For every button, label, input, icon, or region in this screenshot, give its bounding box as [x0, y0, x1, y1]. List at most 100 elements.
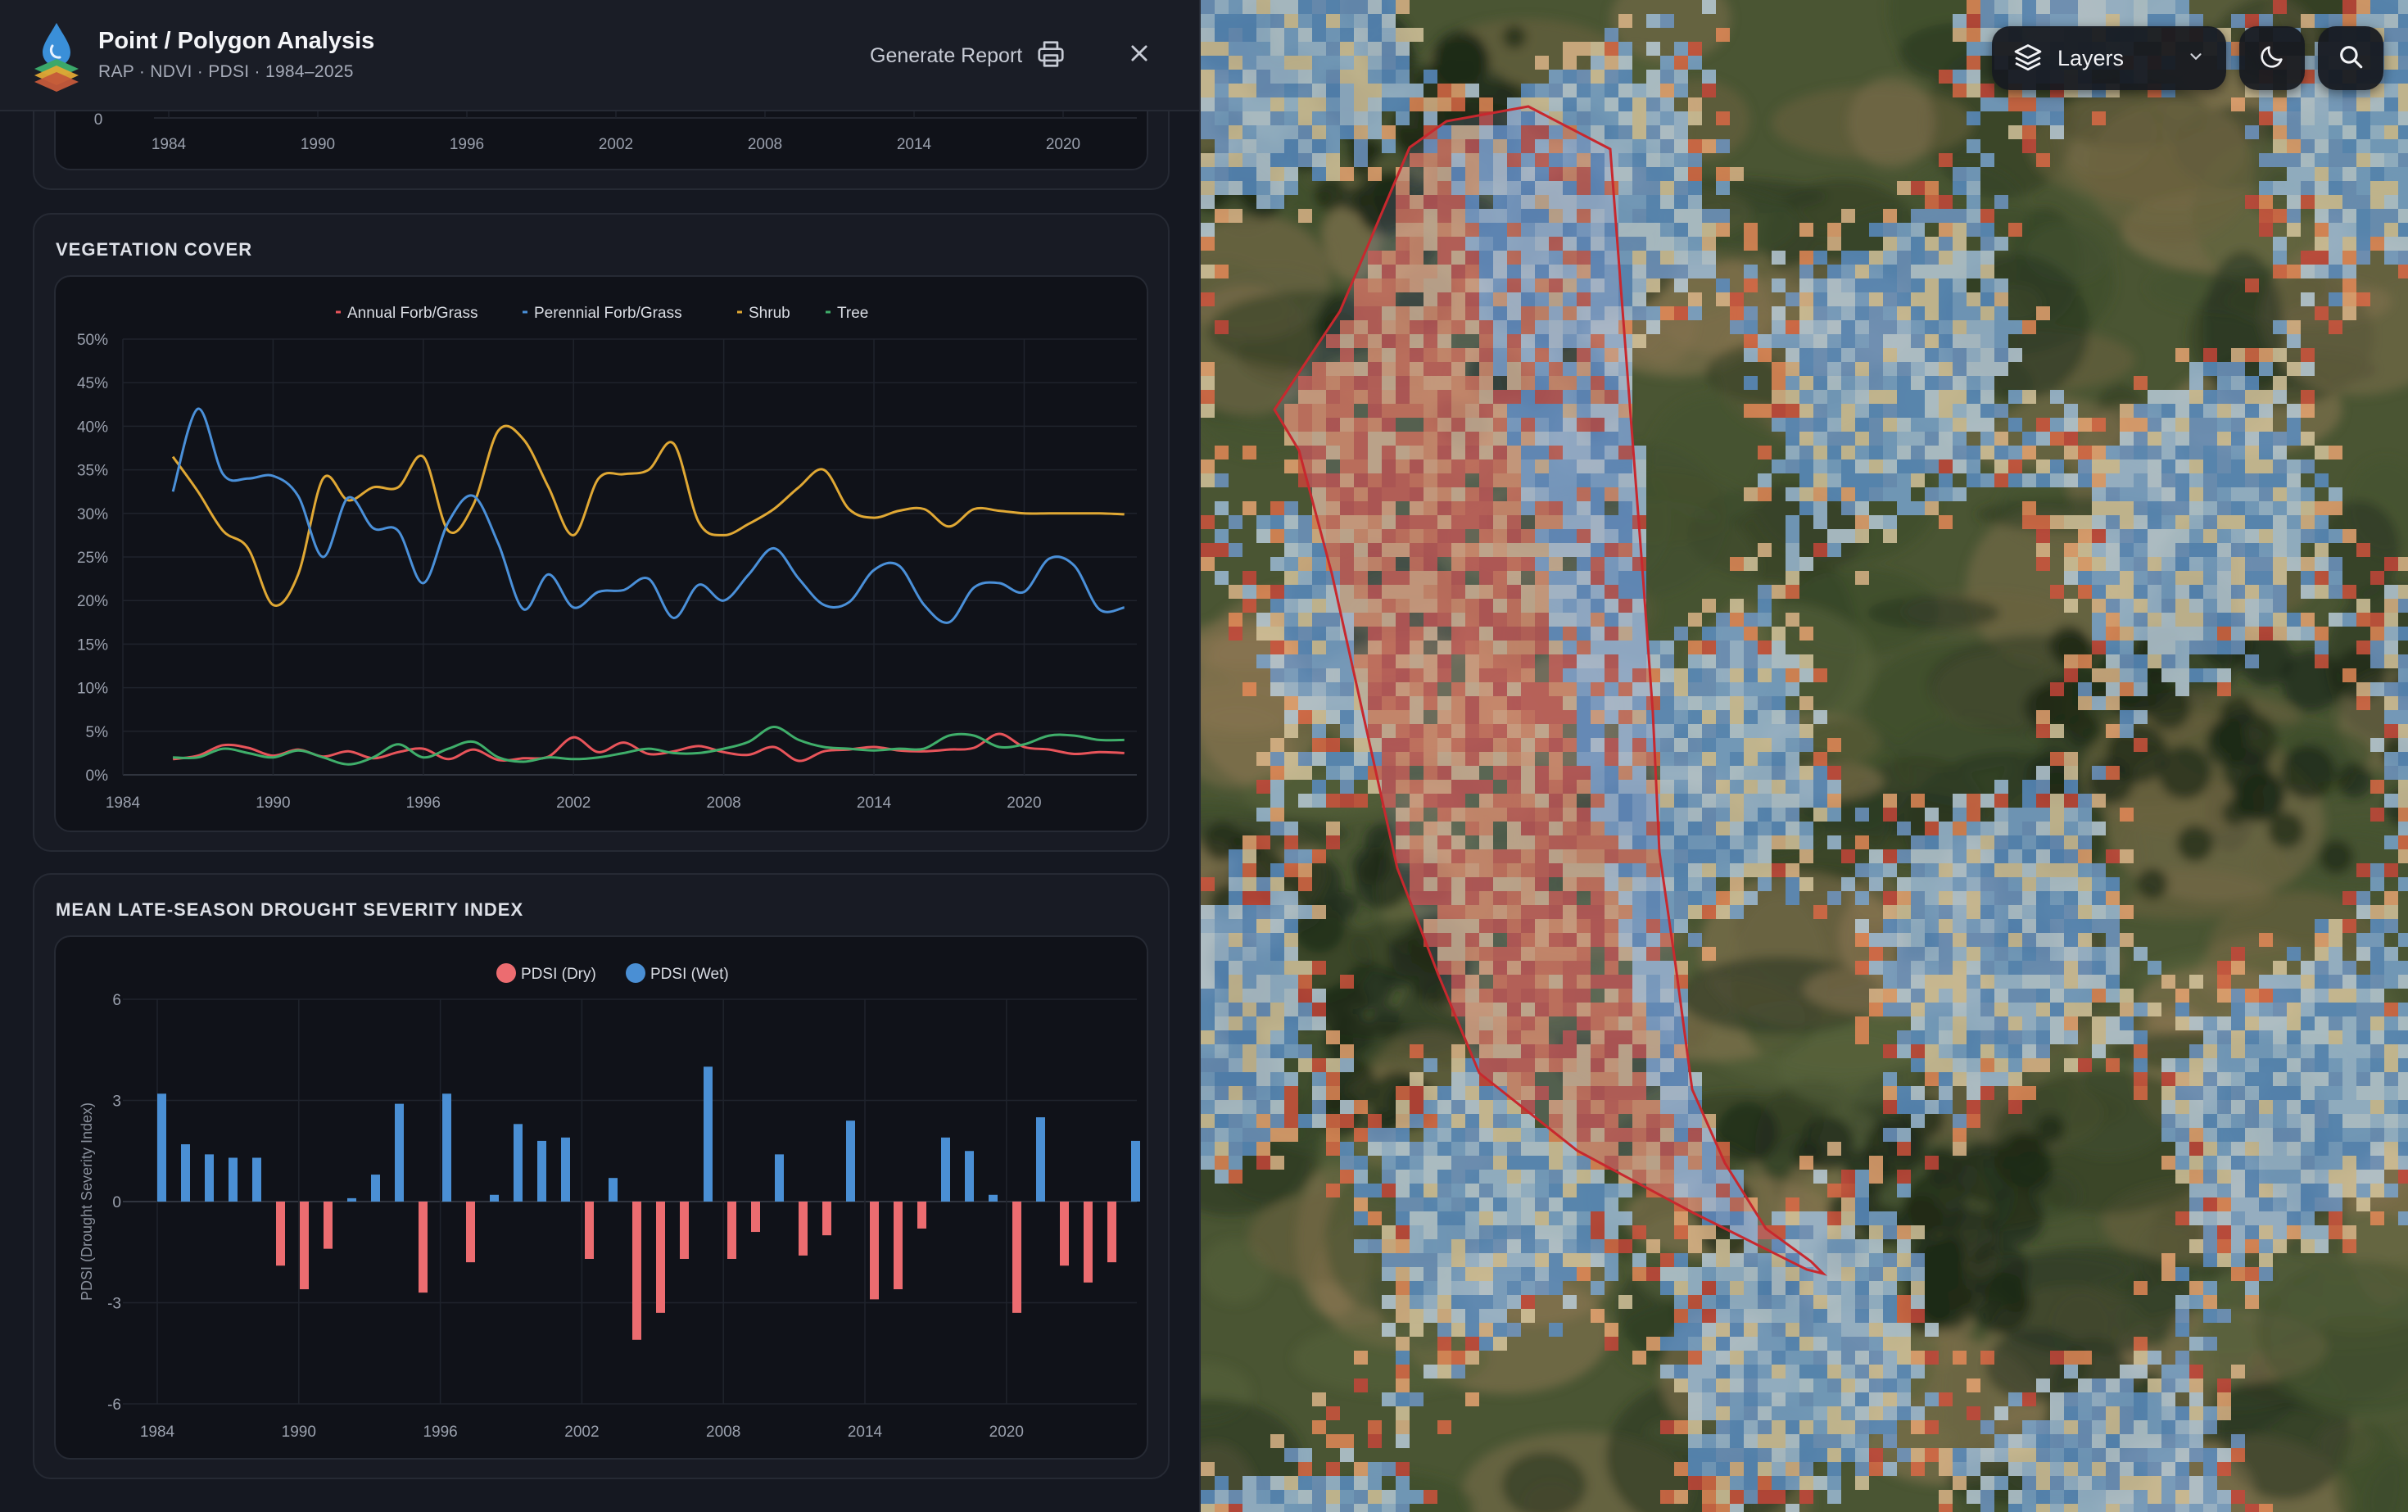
- ndvi-pixel: [2342, 153, 2356, 167]
- ndvi-pixel: [2189, 613, 2203, 627]
- ndvi-pixel: [1967, 251, 1980, 265]
- ndvi-pixel: [2273, 432, 2287, 446]
- ndvi-pixel: [2384, 223, 2398, 237]
- ndvi-pixel: [1702, 641, 1716, 654]
- ndvi-pixel: [2259, 418, 2273, 432]
- ndvi-pixel: [1897, 181, 1911, 195]
- ndvi-pixel: [2217, 1170, 2231, 1184]
- ndvi-pixel: [1229, 891, 1242, 905]
- ndvi-pixel: [2008, 822, 2022, 835]
- ndvi-pixel: [1312, 167, 1326, 181]
- ndvi-pixel: [1967, 292, 1980, 306]
- ndvi-pixel: [2189, 1128, 2203, 1142]
- ndvi-pixel: [2092, 557, 2106, 571]
- ndvi-pixel: [1256, 933, 1270, 947]
- ndvi-pixel: [2315, 446, 2329, 459]
- map-view[interactable]: Layers: [1201, 0, 2408, 1512]
- ndvi-pixel: [1716, 28, 1730, 42]
- ndvi-pixel: [1549, 1170, 1563, 1184]
- ndvi-pixel: [2315, 571, 2329, 585]
- ndvi-pixel: [1451, 1086, 1465, 1100]
- ndvi-pixel: [1298, 696, 1312, 710]
- ndvi-pixel: [1883, 975, 1897, 989]
- ndvi-pixel: [1284, 933, 1298, 947]
- ndvi-pixel: [1953, 1058, 1967, 1072]
- ndvi-pixel: [1911, 1030, 1925, 1044]
- ndvi-pixel: [1312, 28, 1326, 42]
- ndvi-pixel: [1632, 111, 1646, 125]
- ndvi-pixel: [1368, 84, 1382, 97]
- ndvi-pixel: [2161, 529, 2175, 543]
- ndvi-pixel: [2134, 1058, 2148, 1072]
- ndvi-pixel: [1980, 265, 1994, 278]
- ndvi-pixel: [1284, 42, 1298, 56]
- ndvi-pixel: [1716, 668, 1730, 682]
- ndvi-pixel: [1326, 153, 1340, 167]
- ndvi-pixel: [2092, 111, 2106, 125]
- ndvi-pixel: [1994, 905, 2008, 919]
- ndvi-pixel: [1591, 1197, 1605, 1211]
- ndvi-pixel: [1201, 42, 1215, 56]
- ndvi-pixel: [2078, 585, 2092, 599]
- ndvi-pixel: [1939, 1058, 1953, 1072]
- ndvi-pixel: [2092, 585, 2106, 599]
- ndvi-pixel: [2050, 1030, 2064, 1044]
- ndvi-pixel: [1980, 223, 1994, 237]
- ndvi-pixel: [2273, 125, 2287, 139]
- ndvi-pixel: [2217, 668, 2231, 682]
- ndvi-pixel: [1772, 724, 1786, 738]
- ndvi-pixel: [2050, 0, 2064, 14]
- ndvi-pixel: [1953, 209, 1967, 223]
- ndvi-pixel: [1786, 585, 1799, 599]
- ndvi-pixel: [2050, 989, 2064, 1003]
- ndvi-pixel: [1215, 919, 1229, 933]
- ndvi-pixel: [2092, 891, 2106, 905]
- ndvi-pixel: [1284, 919, 1298, 933]
- ndvi-pixel: [1298, 28, 1312, 42]
- ndvi-pixel: [1799, 724, 1813, 738]
- ndvi-pixel: [1855, 515, 1869, 529]
- ndvi-pixel: [2231, 641, 2245, 654]
- ndvi-pixel: [1758, 668, 1772, 682]
- ndvi-pixel: [1229, 1142, 1242, 1156]
- ndvi-pixel: [1883, 529, 1897, 543]
- ndvi-pixel: [1632, 209, 1646, 223]
- ndvi-pixel: [1284, 14, 1298, 28]
- ndvi-pixel: [1201, 1086, 1215, 1100]
- ndvi-pixel: [1980, 794, 1994, 808]
- ndvi-pixel: [1827, 306, 1841, 320]
- ndvi-pixel: [1758, 835, 1772, 849]
- ndvi-pixel: [2050, 459, 2064, 473]
- ndvi-pixel: [1827, 278, 1841, 292]
- ndvi-pixel: [2217, 1197, 2231, 1211]
- satellite-map[interactable]: [1201, 0, 2408, 1512]
- ndvi-pixel: [2329, 265, 2342, 278]
- ndvi-pixel: [2259, 515, 2273, 529]
- ndvi-pixel: [1340, 780, 1354, 794]
- ndvi-pixel: [2189, 432, 2203, 446]
- ndvi-pixel: [1772, 627, 1786, 641]
- ndvi-pixel: [1772, 459, 1786, 473]
- ndvi-pixel: [1284, 70, 1298, 84]
- ndvi-pixel: [1688, 167, 1702, 181]
- ndvi-pixel: [2398, 1100, 2408, 1114]
- ndvi-pixel: [1256, 529, 1270, 543]
- ndvi-pixel: [2245, 1100, 2259, 1114]
- ndvi-pixel: [2064, 543, 2078, 557]
- ndvi-pixel: [1229, 42, 1242, 56]
- ndvi-pixel: [2245, 125, 2259, 139]
- ndvi-pixel: [2064, 515, 2078, 529]
- ndvi-pixel: [1591, 97, 1605, 111]
- ndvi-pixel: [1869, 877, 1883, 891]
- ndvi-pixel: [2022, 139, 2036, 153]
- ndvi-pixel: [2189, 1184, 2203, 1197]
- ndvi-pixel: [1284, 766, 1298, 780]
- ndvi-pixel: [1925, 1100, 1939, 1114]
- ndvi-pixel: [1786, 808, 1799, 822]
- ndvi-pixel: [1939, 376, 1953, 390]
- ndvi-pixel: [2161, 599, 2175, 613]
- ndvi-pixel: [1242, 891, 1256, 905]
- ndvi-pixel: [1772, 654, 1786, 668]
- ndvi-pixel: [1953, 390, 1967, 404]
- ndvi-pixel: [1841, 1197, 1855, 1211]
